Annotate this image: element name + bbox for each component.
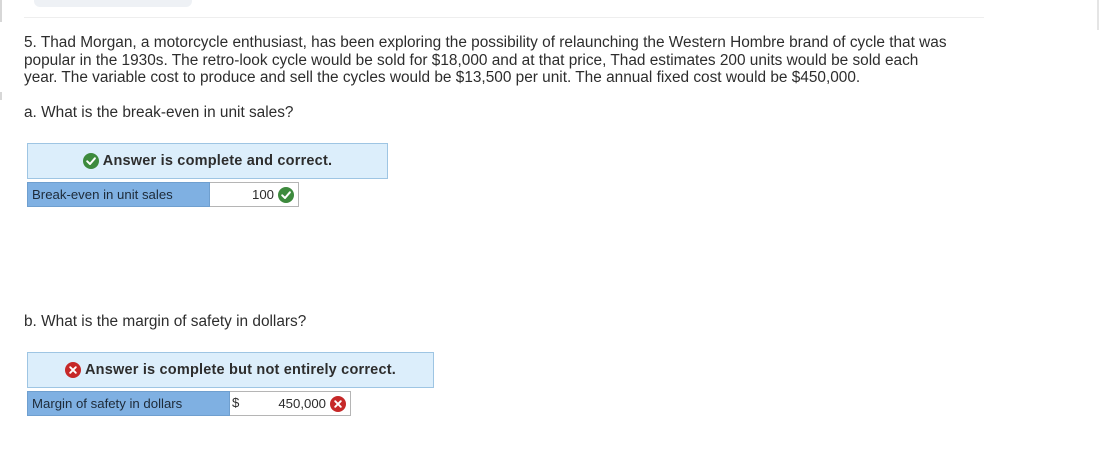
break-even-label: Break-even in unit sales — [27, 182, 210, 207]
left-edge-marker — [0, 0, 2, 22]
left-edge-marker — [0, 92, 2, 100]
margin-of-safety-input[interactable]: $ 450,000 — [230, 391, 351, 416]
part-b-banner-text: Answer is complete but not entirely corr… — [85, 362, 396, 378]
break-even-value: 100 — [251, 187, 274, 202]
part-b-result-banner: Answer is complete but not entirely corr… — [27, 352, 434, 388]
margin-of-safety-label: Margin of safety in dollars — [27, 391, 230, 416]
currency-symbol: $ — [232, 395, 240, 410]
part-b-answer-row: Margin of safety in dollars $ 450,000 — [27, 391, 351, 416]
check-circle-icon — [278, 186, 294, 203]
part-a-answer-row: Break-even in unit sales 100 — [27, 182, 299, 207]
part-a-prompt: a. What is the break-even in unit sales? — [24, 104, 294, 121]
part-b-prompt: b. What is the margin of safety in dolla… — [24, 313, 307, 330]
divider — [24, 17, 984, 18]
x-circle-icon — [330, 395, 346, 412]
break-even-input[interactable]: 100 — [210, 182, 299, 207]
check-circle-icon — [82, 153, 99, 169]
x-circle-icon — [65, 362, 82, 378]
part-a-result-banner: Answer is complete and correct. — [27, 143, 388, 179]
part-a-banner-text: Answer is complete and correct. — [102, 153, 333, 169]
top-tab[interactable] — [34, 0, 192, 7]
margin-of-safety-value: 450,000 — [278, 396, 326, 411]
question-text: 5. Thad Morgan, a motorcycle enthusiast,… — [24, 34, 947, 86]
